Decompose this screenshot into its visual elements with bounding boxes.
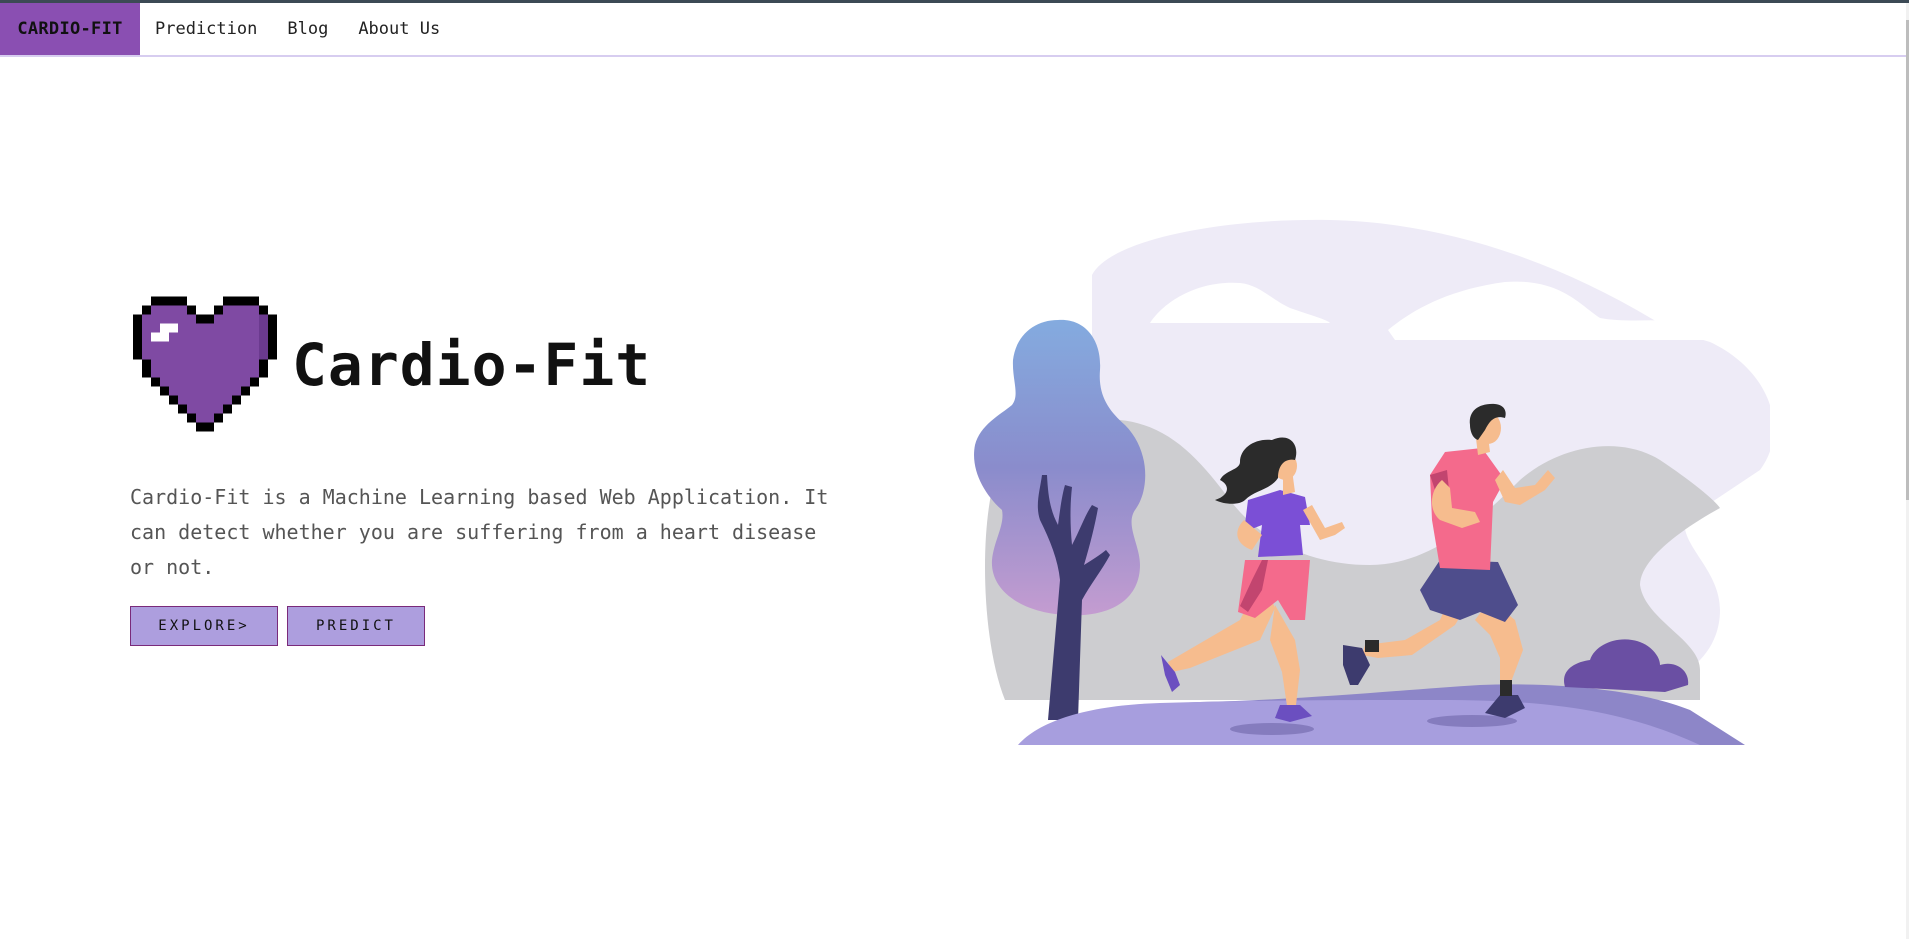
- nav-link-blog[interactable]: Blog: [287, 19, 328, 39]
- brand-link[interactable]: CARDIO-FIT: [0, 3, 140, 55]
- explore-button[interactable]: EXPLORE>: [130, 606, 278, 646]
- pixel-heart-icon: [133, 296, 277, 432]
- hero-description: Cardio-Fit is a Machine Learning based W…: [130, 485, 829, 579]
- couple-jogging-illustration: [974, 219, 1770, 745]
- nav-link-about-us[interactable]: About Us: [358, 19, 440, 39]
- nav-link-prediction[interactable]: Prediction: [155, 19, 257, 39]
- navbar: CARDIO-FIT Prediction Blog About Us: [0, 3, 1906, 57]
- hero-title: Cardio-Fit: [292, 331, 652, 399]
- runner-shadow: [1230, 723, 1314, 735]
- predict-button[interactable]: PREDICT: [287, 606, 425, 646]
